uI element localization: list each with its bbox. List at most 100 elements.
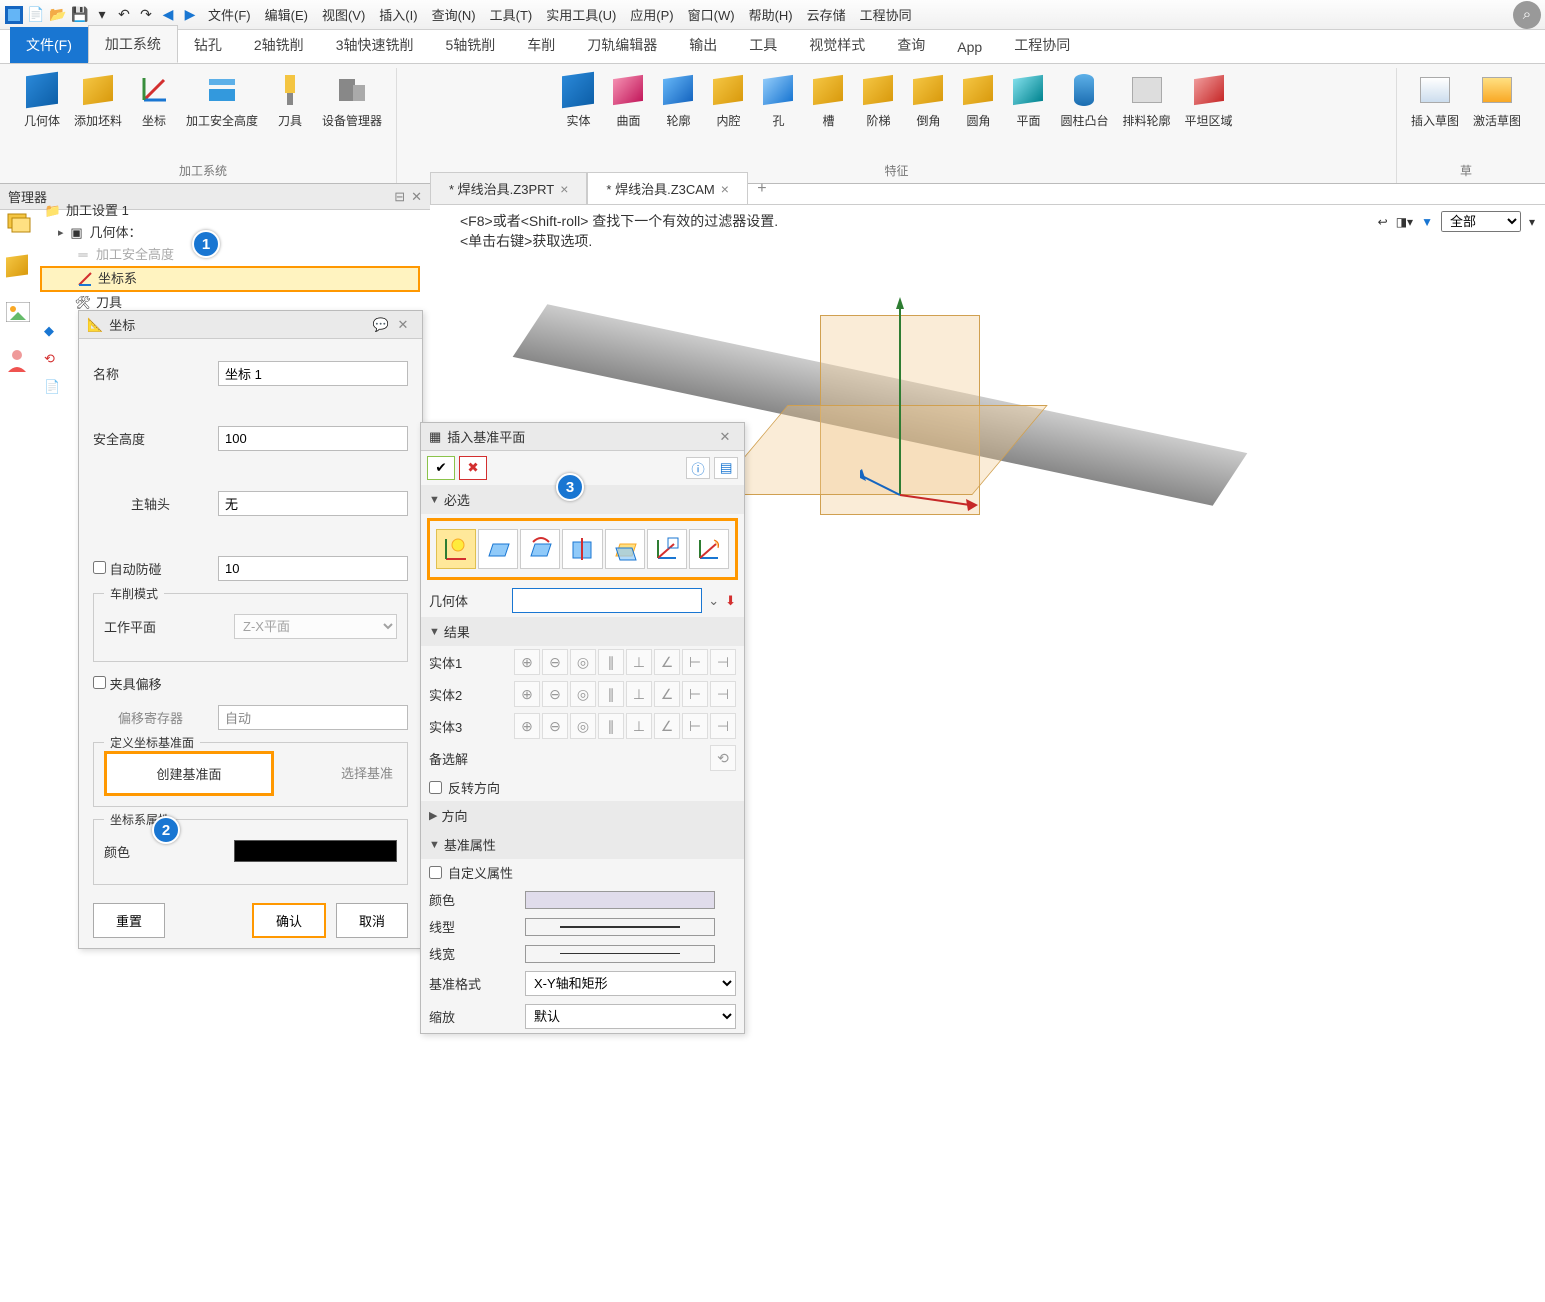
rb-cutter[interactable]: 刀具 bbox=[266, 68, 314, 133]
rb-profnc[interactable]: 排料轮廓 bbox=[1117, 68, 1177, 133]
rb-safeh[interactable]: 加工安全高度 bbox=[180, 68, 264, 133]
section-direction[interactable]: ▶方向 bbox=[421, 801, 744, 830]
rbtn[interactable]: ⊕ bbox=[514, 681, 540, 707]
tab-cam-doc[interactable]: * 焊线治具.Z3CAM× bbox=[587, 172, 748, 204]
filter-dd-icon[interactable]: ▾ bbox=[1529, 215, 1535, 229]
rb-chamfer[interactable]: 倒角 bbox=[904, 68, 952, 133]
geom-input[interactable] bbox=[512, 588, 702, 613]
scale-select[interactable]: 默认 bbox=[525, 1004, 736, 1029]
mode-btn-3[interactable] bbox=[520, 529, 560, 569]
linetype-swatch[interactable] bbox=[525, 918, 715, 936]
mode-btn-5[interactable] bbox=[605, 529, 645, 569]
rb-solid[interactable]: 实体 bbox=[554, 68, 602, 133]
filter-eraser-icon[interactable]: ◨▾ bbox=[1396, 215, 1413, 229]
rbtn-sym-icon[interactable]: ⊢ bbox=[682, 649, 708, 675]
rb-pocket[interactable]: 内腔 bbox=[704, 68, 752, 133]
rb-step[interactable]: 阶梯 bbox=[854, 68, 902, 133]
tab-file[interactable]: 文件(F) bbox=[10, 27, 88, 63]
tab-turn[interactable]: 车削 bbox=[511, 27, 571, 63]
mode-btn-7[interactable] bbox=[689, 529, 729, 569]
reject-icon[interactable]: ✖ bbox=[459, 456, 487, 480]
coord-dialog-title[interactable]: 📐 坐标 💬 ✕ bbox=[79, 311, 422, 339]
tab-query[interactable]: 查询 bbox=[881, 27, 941, 63]
datum-dialog-title[interactable]: ▦ 插入基准平面 ✕ bbox=[421, 423, 744, 451]
pcolor-swatch[interactable] bbox=[525, 891, 715, 909]
info-icon[interactable]: ⓘ bbox=[686, 457, 710, 479]
tab-prt[interactable]: * 焊线治具.Z3PRT× bbox=[430, 172, 587, 204]
color-swatch[interactable] bbox=[234, 840, 397, 862]
menu-query[interactable]: 查询(N) bbox=[426, 1, 482, 28]
save-dd-icon[interactable]: ▾ bbox=[92, 5, 112, 25]
rbtn-perp-icon[interactable]: ⊥ bbox=[626, 649, 652, 675]
menu-window[interactable]: 窗口(W) bbox=[682, 1, 741, 28]
rb-geom[interactable]: 几何体 bbox=[18, 68, 66, 133]
name-input[interactable] bbox=[218, 361, 408, 386]
menu-edit[interactable]: 编辑(E) bbox=[259, 1, 314, 28]
geom-pick-icon[interactable]: ⬇ bbox=[725, 593, 736, 609]
section-props[interactable]: ▼基准属性 bbox=[421, 830, 744, 859]
save-icon[interactable]: 💾 bbox=[70, 5, 90, 25]
rb-slot[interactable]: 槽 bbox=[804, 68, 852, 133]
user-tab-icon[interactable] bbox=[6, 348, 34, 376]
select-base-button[interactable]: 选择基准 bbox=[341, 763, 393, 782]
tab-collab2[interactable]: 工程协同 bbox=[998, 27, 1086, 63]
chevron-right-icon[interactable]: ▸ bbox=[58, 222, 64, 244]
menu-apps[interactable]: 应用(P) bbox=[624, 1, 679, 28]
rbtn[interactable]: ∥ bbox=[598, 713, 624, 739]
rb-flat[interactable]: 平坦区域 bbox=[1179, 68, 1239, 133]
open-icon[interactable]: 📂 bbox=[48, 5, 68, 25]
menu-utilities[interactable]: 实用工具(U) bbox=[540, 1, 622, 28]
rb-devmgr[interactable]: 设备管理器 bbox=[316, 68, 388, 133]
close-icon[interactable]: ✕ bbox=[714, 429, 736, 445]
rbtn[interactable]: ⊣ bbox=[710, 681, 736, 707]
safe-input[interactable] bbox=[218, 426, 408, 451]
menu-tools[interactable]: 工具(T) bbox=[484, 1, 539, 28]
add-tab[interactable]: + bbox=[748, 174, 776, 204]
collision-input[interactable] bbox=[218, 556, 408, 581]
rb-profile[interactable]: 轮廓 bbox=[654, 68, 702, 133]
rbtn[interactable]: ◎ bbox=[570, 713, 596, 739]
mode-btn-1[interactable] bbox=[436, 529, 476, 569]
tab-toolpath[interactable]: 刀轨编辑器 bbox=[571, 27, 673, 63]
fixture-check[interactable] bbox=[93, 676, 106, 689]
tab-output[interactable]: 输出 bbox=[673, 27, 733, 63]
close-icon[interactable]: × bbox=[721, 181, 729, 197]
menu-insert[interactable]: 插入(I) bbox=[373, 1, 423, 28]
rbtn[interactable]: ◎ bbox=[570, 681, 596, 707]
search-icon[interactable]: ⌕ bbox=[1513, 1, 1541, 29]
format-select[interactable]: X-Y轴和矩形 bbox=[525, 971, 736, 996]
rb-fillet[interactable]: 圆角 bbox=[954, 68, 1002, 133]
filter-back-icon[interactable]: ↩ bbox=[1378, 215, 1388, 229]
tree-geom[interactable]: ▸ ▣ 几何体： bbox=[40, 222, 420, 244]
next-icon[interactable]: ▶ bbox=[180, 5, 200, 25]
help-icon[interactable]: 💬 bbox=[370, 317, 392, 333]
rbtn[interactable]: ⊢ bbox=[682, 713, 708, 739]
mode-btn-6[interactable] bbox=[647, 529, 687, 569]
tab-mill5[interactable]: 5轴铣削 bbox=[429, 27, 511, 63]
tab-app[interactable]: App bbox=[941, 31, 998, 63]
image-tab-icon[interactable] bbox=[6, 302, 34, 330]
rb-activate-sketch[interactable]: 激活草图 bbox=[1467, 68, 1527, 133]
rb-coord[interactable]: 坐标 bbox=[130, 68, 178, 133]
close-icon[interactable]: ✕ bbox=[392, 317, 414, 333]
rbtn-parallel-icon[interactable]: ∥ bbox=[598, 649, 624, 675]
rbtn[interactable]: ⊢ bbox=[682, 681, 708, 707]
rb-sketch[interactable]: 插入草图 bbox=[1405, 68, 1465, 133]
close-icon[interactable]: × bbox=[560, 181, 568, 197]
rbtn-angle-icon[interactable]: ∠ bbox=[654, 649, 680, 675]
backup-btn[interactable]: ⟲ bbox=[710, 745, 736, 771]
new-icon[interactable]: 📄 bbox=[26, 5, 46, 25]
rbtn-tangent-icon[interactable]: ⊖ bbox=[542, 649, 568, 675]
cube-tab-icon[interactable] bbox=[6, 256, 34, 284]
tab-style[interactable]: 视觉样式 bbox=[793, 27, 881, 63]
reverse-check[interactable] bbox=[429, 781, 442, 794]
spindle-input[interactable] bbox=[218, 491, 408, 516]
menu-cloud[interactable]: 云存储 bbox=[801, 1, 852, 28]
prev-icon[interactable]: ◀ bbox=[158, 5, 178, 25]
rb-plane[interactable]: 平面 bbox=[1004, 68, 1052, 133]
tree-root[interactable]: 📁 加工设置 1 bbox=[40, 200, 420, 222]
tab-drill[interactable]: 钻孔 bbox=[178, 27, 238, 63]
rbtn[interactable]: ⊥ bbox=[626, 681, 652, 707]
menu-file[interactable]: 文件(F) bbox=[202, 1, 257, 28]
menu-help[interactable]: 帮助(H) bbox=[743, 1, 799, 28]
